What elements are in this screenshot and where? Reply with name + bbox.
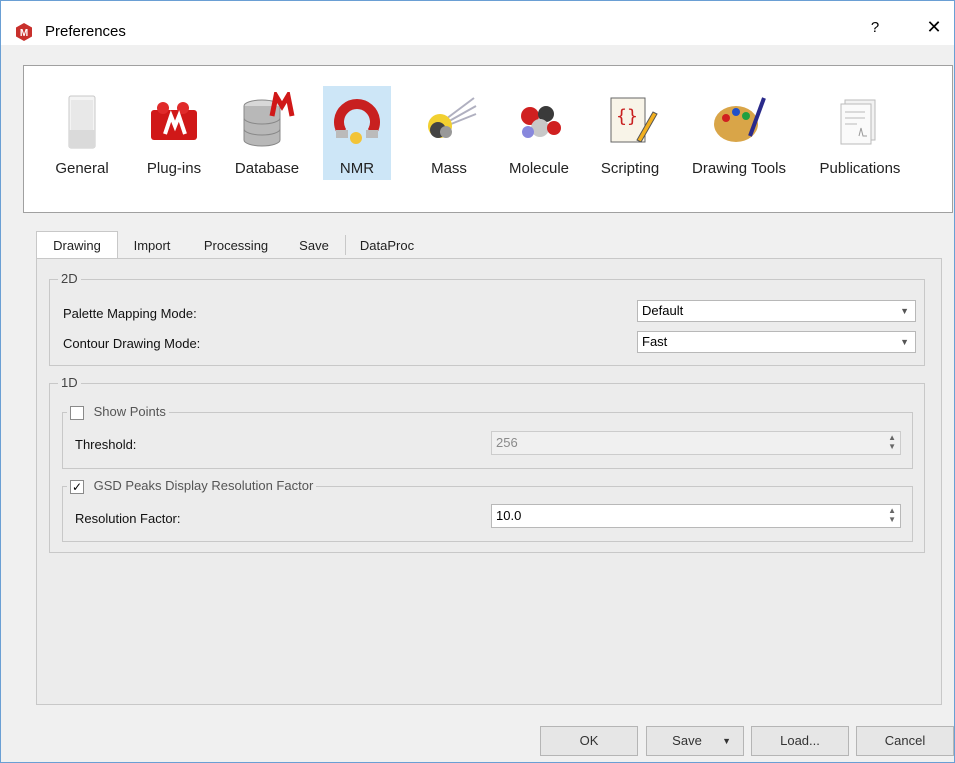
svg-text:{}: {}: [616, 106, 638, 127]
category-plugins[interactable]: Plug-ins: [134, 86, 214, 180]
cancel-button[interactable]: Cancel: [856, 726, 954, 756]
category-label: Mass: [431, 160, 467, 177]
gsd-label: GSD Peaks Display Resolution Factor: [93, 478, 314, 493]
category-bar: General Plug-ins Database NMR Mass Molec…: [23, 65, 953, 213]
category-molecule[interactable]: Molecule: [502, 86, 576, 180]
resolution-factor-spinbox[interactable]: 10.0 ▲ ▼: [491, 504, 901, 528]
svg-text:M: M: [20, 28, 28, 39]
tab-processing[interactable]: Processing: [192, 233, 280, 259]
category-label: Database: [234, 160, 300, 177]
ok-button[interactable]: OK: [540, 726, 638, 756]
mass-icon: [428, 97, 477, 138]
show-points-label: Show Points: [93, 404, 166, 419]
palette-mapping-select[interactable]: Default ▼: [637, 300, 916, 322]
save-button-label: Save: [672, 733, 702, 748]
category-mass[interactable]: Mass: [416, 86, 482, 180]
threshold-value: 256: [496, 435, 518, 450]
tab-save[interactable]: Save: [290, 233, 338, 259]
database-icon: [243, 92, 295, 147]
plugins-icon: [151, 102, 197, 140]
threshold-spinbox[interactable]: 256 ▲ ▼: [491, 431, 901, 455]
molecule-icon: [521, 106, 561, 138]
group-1d: 1D Show Points Threshold: 256 ▲ ▼ ✓ GSD P…: [49, 375, 925, 553]
group-1d-title: 1D: [58, 375, 81, 390]
nmr-magnet-icon: [334, 99, 380, 144]
group-2d: 2D Palette Mapping Mode: Default ▼ Conto…: [49, 271, 925, 366]
spin-arrows-icon: ▲ ▼: [888, 433, 896, 451]
category-label: Plug-ins: [146, 160, 202, 177]
group-2d-title: 2D: [58, 271, 81, 286]
load-button[interactable]: Load...: [751, 726, 849, 756]
category-label: NMR: [339, 160, 375, 177]
category-publications[interactable]: Publications: [810, 86, 910, 180]
category-scripting[interactable]: {} Scripting: [592, 86, 668, 180]
preferences-window: M Preferences ? ✕ General Plug-ins Datab…: [0, 0, 955, 763]
category-label: General: [55, 160, 109, 177]
category-label: Scripting: [600, 160, 660, 177]
tab-import[interactable]: Import: [120, 233, 184, 259]
save-button[interactable]: Save ▼: [646, 726, 744, 756]
chevron-down-icon: ▼: [900, 306, 909, 316]
resolution-factor-value: 10.0: [496, 508, 522, 523]
show-points-group: Show Points Threshold: 256 ▲ ▼: [62, 404, 913, 469]
tab-separator: [345, 235, 346, 255]
help-button[interactable]: ?: [865, 19, 885, 36]
category-label: Publications: [819, 160, 901, 177]
spin-arrows-icon: ▲ ▼: [888, 506, 896, 524]
general-icon: [68, 95, 96, 149]
scripting-icon: {}: [610, 97, 658, 143]
show-points-checkbox[interactable]: [70, 405, 84, 420]
chevron-down-icon: ▼: [900, 337, 909, 347]
category-general[interactable]: General: [46, 86, 118, 180]
palette-mapping-label: Palette Mapping Mode:: [63, 306, 197, 321]
drawing-tab-pane: 2D Palette Mapping Mode: Default ▼ Conto…: [36, 258, 942, 705]
resolution-factor-label: Resolution Factor:: [75, 511, 181, 526]
threshold-label: Threshold:: [75, 437, 137, 452]
palette-icon: [714, 97, 766, 142]
category-database[interactable]: Database: [227, 86, 307, 180]
gsd-group: ✓ GSD Peaks Display Resolution Factor Re…: [62, 478, 913, 542]
close-button[interactable]: ✕: [923, 17, 945, 38]
publications-icon: [840, 99, 876, 145]
category-drawing-tools[interactable]: Drawing Tools: [684, 86, 794, 180]
tab-dataproc[interactable]: DataProc: [352, 233, 422, 259]
category-label: Molecule: [508, 160, 570, 177]
contour-drawing-select[interactable]: Fast ▼: [637, 331, 916, 353]
contour-drawing-label: Contour Drawing Mode:: [63, 336, 201, 351]
title-bar: M Preferences ? ✕: [1, 1, 954, 45]
dropdown-arrow-icon[interactable]: ▼: [722, 727, 731, 755]
tab-drawing[interactable]: Drawing: [36, 231, 118, 260]
category-label: Drawing Tools: [692, 160, 786, 177]
contour-drawing-value: Fast: [642, 334, 668, 349]
gsd-checkbox[interactable]: ✓: [70, 479, 84, 494]
palette-mapping-value: Default: [642, 303, 684, 318]
app-logo-icon: M: [16, 23, 32, 41]
window-title: Preferences: [45, 23, 126, 40]
category-nmr[interactable]: NMR: [323, 86, 391, 180]
